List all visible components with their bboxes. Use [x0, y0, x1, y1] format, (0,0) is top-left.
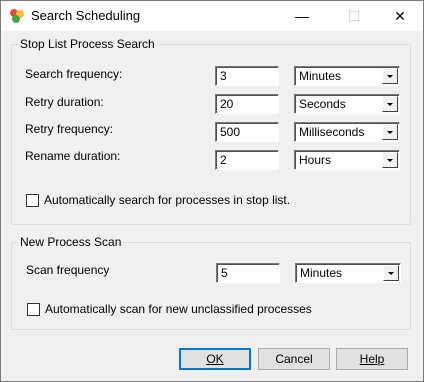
search-frequency-unit-value: Minutes — [299, 69, 342, 83]
minimize-button[interactable]: — — [279, 1, 325, 31]
maximize-button: ☐ — [347, 8, 361, 24]
rename-duration-unit-value: Hours — [299, 153, 332, 167]
rename-duration-input[interactable]: 2 — [215, 150, 279, 170]
scan-frequency-unit-select[interactable]: Minutes — [295, 263, 401, 283]
help-button[interactable]: Help — [336, 348, 408, 370]
retry-duration-unit-select[interactable]: Seconds — [294, 94, 400, 114]
retry-frequency-input[interactable]: 500 — [215, 122, 279, 142]
window-title: Search Scheduling — [31, 8, 141, 23]
retry-frequency-unit-value: Milliseconds — [299, 125, 365, 139]
scan-frequency-input[interactable]: 5 — [216, 263, 280, 283]
title-bar[interactable]: Search Scheduling — ☐ ✕ — [1, 1, 423, 31]
auto-scan-label[interactable]: Automatically scan for new unclassified … — [45, 302, 312, 316]
retry-duration-unit-value: Seconds — [299, 97, 346, 111]
auto-search-label[interactable]: Automatically search for processes in st… — [44, 193, 290, 207]
scan-frequency-label: Scan frequency — [26, 263, 110, 277]
cancel-button-label: Cancel — [275, 352, 313, 366]
ok-button[interactable]: OK — [179, 348, 251, 370]
chevron-down-icon[interactable] — [382, 152, 398, 168]
app-icon — [10, 9, 24, 23]
search-frequency-input[interactable]: 3 — [215, 66, 279, 86]
new-process-scan-group-label: New Process Scan — [18, 235, 124, 249]
rename-duration-label: Rename duration: — [25, 149, 121, 163]
cancel-button[interactable]: Cancel — [258, 348, 330, 370]
search-scheduling-window: Search Scheduling — ☐ ✕ Stop List Proces… — [0, 0, 424, 382]
search-frequency-label: Search frequency: — [25, 67, 123, 81]
retry-frequency-label: Retry frequency: — [25, 122, 114, 136]
rename-duration-unit-select[interactable]: Hours — [294, 150, 400, 170]
chevron-down-icon[interactable] — [382, 124, 398, 140]
close-button[interactable]: ✕ — [377, 1, 423, 31]
scan-frequency-unit-value: Minutes — [300, 266, 343, 280]
chevron-down-icon[interactable] — [382, 96, 398, 112]
auto-scan-checkbox[interactable] — [27, 303, 40, 316]
auto-search-checkbox[interactable] — [26, 194, 39, 207]
search-frequency-unit-select[interactable]: Minutes — [294, 66, 400, 86]
stop-list-group-label: Stop List Process Search — [18, 37, 157, 51]
retry-duration-input[interactable]: 20 — [215, 94, 279, 114]
chevron-down-icon[interactable] — [383, 265, 399, 281]
retry-duration-label: Retry duration: — [25, 95, 104, 109]
new-process-scan-group: New Process Scan — [11, 235, 411, 330]
chevron-down-icon[interactable] — [382, 68, 398, 84]
retry-frequency-unit-select[interactable]: Milliseconds — [294, 122, 400, 142]
ok-button-label: OK — [206, 352, 224, 366]
help-button-label: Help — [359, 352, 385, 366]
